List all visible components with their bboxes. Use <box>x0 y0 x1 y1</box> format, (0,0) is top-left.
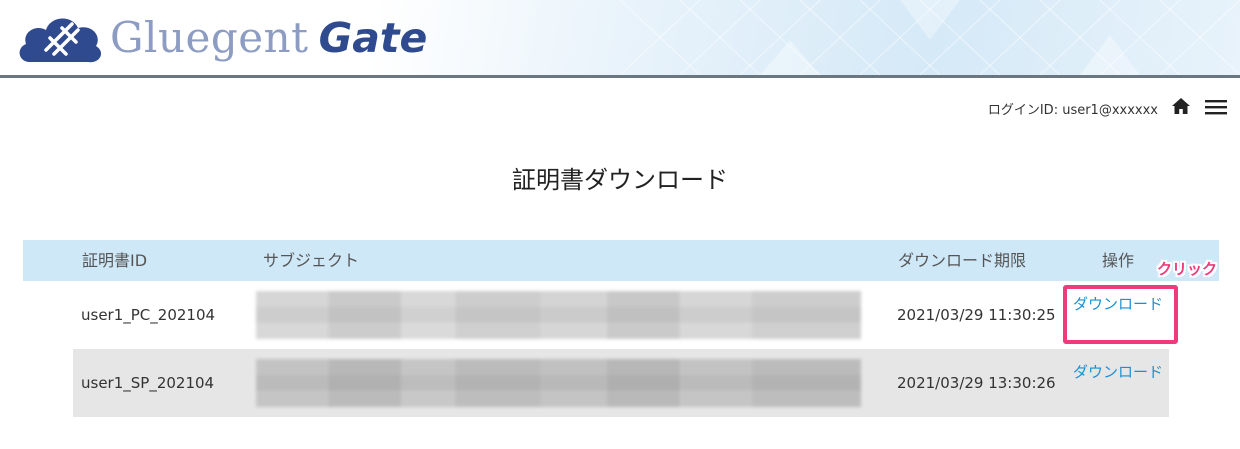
hamburger-menu-icon[interactable] <box>1205 99 1227 115</box>
login-id-text: ログインID: user1@xxxxxx <box>987 103 1158 118</box>
subject-redacted-cell <box>256 359 861 407</box>
brand-wordmark: Gluegent Gate <box>110 10 427 66</box>
table-row: user1_PC_202104 2021/03/29 11:30:25 ダウンロ… <box>73 281 1169 349</box>
gluegent-logo-icon <box>19 18 102 63</box>
cert-id-cell: user1_PC_202104 <box>81 306 216 324</box>
click-highlight-box <box>1063 285 1178 344</box>
brand-sub-text: Gate <box>318 14 428 62</box>
header-cert-id: 証明書ID <box>82 251 148 270</box>
expiry-cell: 2021/03/29 11:30:25 <box>897 306 1056 324</box>
header-divider <box>0 75 1240 78</box>
app-header: Gluegent Gate <box>0 0 1240 75</box>
subject-redacted-cell <box>256 291 861 339</box>
cert-id-cell: user1_SP_202104 <box>81 374 215 392</box>
header-expiry: ダウンロード期限 <box>898 251 1027 270</box>
page-title: 証明書ダウンロード <box>512 166 728 194</box>
table-row: user1_SP_202104 2021/03/29 13:30:26 ダウンロ… <box>73 349 1169 417</box>
download-link[interactable]: ダウンロード <box>1073 361 1163 383</box>
home-icon[interactable] <box>1171 97 1191 115</box>
table-header-row: 証明書ID サブジェクト ダウンロード期限 操作 <box>23 240 1219 281</box>
expiry-cell: 2021/03/29 13:30:26 <box>897 374 1056 392</box>
header-action: 操作 <box>1102 251 1135 270</box>
click-annotation-label: クリック <box>1157 260 1218 278</box>
brand-main-text: Gluegent <box>110 13 309 62</box>
header-subject: サブジェクト <box>263 251 360 270</box>
